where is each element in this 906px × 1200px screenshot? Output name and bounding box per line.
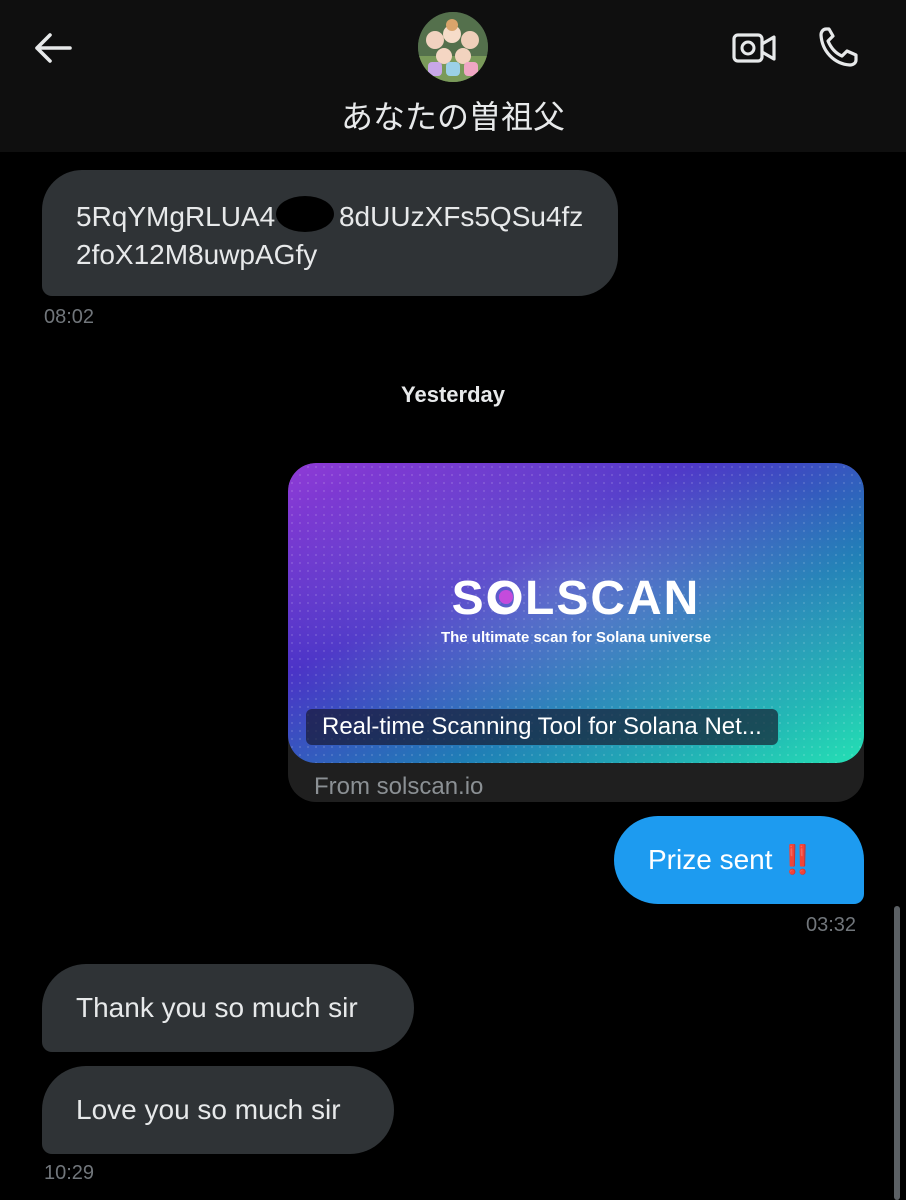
redaction-mark: [276, 196, 334, 232]
conversation-title[interactable]: あなたの曽祖父: [0, 92, 906, 138]
back-button[interactable]: [28, 26, 76, 70]
message-bubble-love[interactable]: Love you so much sir: [42, 1066, 394, 1154]
message-bubble-prize[interactable]: Prize sent ‼️: [614, 816, 864, 904]
message-timestamp: 08:02: [44, 306, 95, 328]
arrow-left-icon: [35, 33, 72, 63]
message-text: Thank you so much sir: [76, 992, 358, 1023]
message-bubble-address[interactable]: 5RqYMgRLUA4 8dUUzXFs5QSu4fz2foX12M8uwpAG…: [42, 170, 618, 296]
double-exclamation-emoji: ‼️: [780, 844, 815, 875]
conversation-header: あなたの曽祖父: [0, 0, 906, 152]
message-timestamp: 03:32: [806, 914, 857, 936]
link-preview-card[interactable]: SOLSCAN The ultimate scan for Solana uni…: [288, 463, 864, 802]
message-timestamp: 10:29: [44, 1162, 95, 1184]
solscan-tagline: The ultimate scan for Solana universe: [440, 629, 712, 646]
date-separator: Yesterday: [401, 382, 505, 407]
avatar[interactable]: [418, 12, 488, 82]
video-call-button[interactable]: [728, 26, 780, 70]
avatar-image: [418, 12, 488, 82]
solscan-logo-text: SOLSCAN: [451, 572, 701, 625]
link-preview-image: SOLSCAN The ultimate scan for Solana uni…: [288, 463, 864, 763]
phone-icon: [819, 27, 858, 67]
message-bubble-thanks[interactable]: Thank you so much sir: [42, 964, 414, 1052]
link-preview-title: Real-time Scanning Tool for Solana Net..…: [306, 709, 778, 745]
video-camera-icon: [732, 33, 776, 63]
voice-call-button[interactable]: [812, 22, 864, 72]
scrollbar[interactable]: [894, 906, 900, 1200]
message-text: Prize sent: [648, 844, 773, 875]
message-text: Love you so much sir: [76, 1094, 341, 1125]
link-preview-source: From solscan.io: [314, 773, 484, 800]
